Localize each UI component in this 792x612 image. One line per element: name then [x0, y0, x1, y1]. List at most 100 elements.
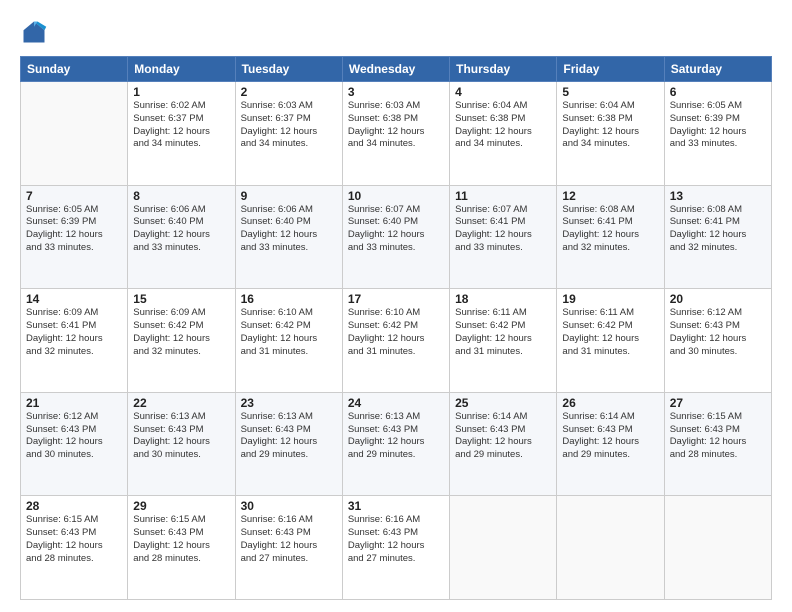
calendar-cell: 26Sunrise: 6:14 AMSunset: 6:43 PMDayligh…: [557, 392, 664, 496]
calendar-cell: 21Sunrise: 6:12 AMSunset: 6:43 PMDayligh…: [21, 392, 128, 496]
calendar-cell: 11Sunrise: 6:07 AMSunset: 6:41 PMDayligh…: [450, 185, 557, 289]
day-number: 24: [348, 396, 444, 410]
calendar-cell: 16Sunrise: 6:10 AMSunset: 6:42 PMDayligh…: [235, 289, 342, 393]
day-info: Sunrise: 6:05 AMSunset: 6:39 PMDaylight:…: [670, 100, 766, 151]
day-number: 4: [455, 85, 551, 99]
calendar-cell: 15Sunrise: 6:09 AMSunset: 6:42 PMDayligh…: [128, 289, 235, 393]
calendar-cell: 5Sunrise: 6:04 AMSunset: 6:38 PMDaylight…: [557, 82, 664, 186]
day-info: Sunrise: 6:03 AMSunset: 6:38 PMDaylight:…: [348, 100, 444, 151]
day-info: Sunrise: 6:11 AMSunset: 6:42 PMDaylight:…: [455, 307, 551, 358]
day-info: Sunrise: 6:13 AMSunset: 6:43 PMDaylight:…: [348, 411, 444, 462]
day-number: 28: [26, 499, 122, 513]
calendar-cell: 25Sunrise: 6:14 AMSunset: 6:43 PMDayligh…: [450, 392, 557, 496]
day-info: Sunrise: 6:09 AMSunset: 6:42 PMDaylight:…: [133, 307, 229, 358]
day-number: 1: [133, 85, 229, 99]
day-info: Sunrise: 6:02 AMSunset: 6:37 PMDaylight:…: [133, 100, 229, 151]
day-number: 15: [133, 292, 229, 306]
calendar-cell: 28Sunrise: 6:15 AMSunset: 6:43 PMDayligh…: [21, 496, 128, 600]
day-info: Sunrise: 6:15 AMSunset: 6:43 PMDaylight:…: [26, 514, 122, 565]
day-info: Sunrise: 6:06 AMSunset: 6:40 PMDaylight:…: [241, 204, 337, 255]
weekday-header-thursday: Thursday: [450, 57, 557, 82]
calendar-cell: 8Sunrise: 6:06 AMSunset: 6:40 PMDaylight…: [128, 185, 235, 289]
day-number: 30: [241, 499, 337, 513]
day-info: Sunrise: 6:04 AMSunset: 6:38 PMDaylight:…: [562, 100, 658, 151]
calendar-cell: [664, 496, 771, 600]
day-info: Sunrise: 6:08 AMSunset: 6:41 PMDaylight:…: [562, 204, 658, 255]
day-info: Sunrise: 6:16 AMSunset: 6:43 PMDaylight:…: [241, 514, 337, 565]
day-info: Sunrise: 6:08 AMSunset: 6:41 PMDaylight:…: [670, 204, 766, 255]
day-info: Sunrise: 6:12 AMSunset: 6:43 PMDaylight:…: [26, 411, 122, 462]
calendar-cell: [450, 496, 557, 600]
day-number: 6: [670, 85, 766, 99]
day-number: 20: [670, 292, 766, 306]
day-number: 17: [348, 292, 444, 306]
calendar-cell: 30Sunrise: 6:16 AMSunset: 6:43 PMDayligh…: [235, 496, 342, 600]
calendar-cell: 22Sunrise: 6:13 AMSunset: 6:43 PMDayligh…: [128, 392, 235, 496]
weekday-header-monday: Monday: [128, 57, 235, 82]
calendar-cell: [557, 496, 664, 600]
weekday-header-friday: Friday: [557, 57, 664, 82]
day-number: 12: [562, 189, 658, 203]
day-number: 10: [348, 189, 444, 203]
calendar-cell: 7Sunrise: 6:05 AMSunset: 6:39 PMDaylight…: [21, 185, 128, 289]
day-number: 14: [26, 292, 122, 306]
day-info: Sunrise: 6:13 AMSunset: 6:43 PMDaylight:…: [241, 411, 337, 462]
calendar-cell: [21, 82, 128, 186]
day-number: 8: [133, 189, 229, 203]
day-info: Sunrise: 6:11 AMSunset: 6:42 PMDaylight:…: [562, 307, 658, 358]
day-number: 31: [348, 499, 444, 513]
calendar-cell: 29Sunrise: 6:15 AMSunset: 6:43 PMDayligh…: [128, 496, 235, 600]
day-number: 2: [241, 85, 337, 99]
calendar-cell: 2Sunrise: 6:03 AMSunset: 6:37 PMDaylight…: [235, 82, 342, 186]
day-number: 5: [562, 85, 658, 99]
calendar-cell: 31Sunrise: 6:16 AMSunset: 6:43 PMDayligh…: [342, 496, 449, 600]
calendar-cell: 13Sunrise: 6:08 AMSunset: 6:41 PMDayligh…: [664, 185, 771, 289]
calendar-cell: 14Sunrise: 6:09 AMSunset: 6:41 PMDayligh…: [21, 289, 128, 393]
calendar-week-3: 14Sunrise: 6:09 AMSunset: 6:41 PMDayligh…: [21, 289, 772, 393]
day-number: 7: [26, 189, 122, 203]
day-number: 18: [455, 292, 551, 306]
day-number: 11: [455, 189, 551, 203]
day-number: 19: [562, 292, 658, 306]
calendar-cell: 24Sunrise: 6:13 AMSunset: 6:43 PMDayligh…: [342, 392, 449, 496]
day-number: 16: [241, 292, 337, 306]
calendar-week-4: 21Sunrise: 6:12 AMSunset: 6:43 PMDayligh…: [21, 392, 772, 496]
calendar-cell: 10Sunrise: 6:07 AMSunset: 6:40 PMDayligh…: [342, 185, 449, 289]
header: [20, 18, 772, 46]
day-info: Sunrise: 6:13 AMSunset: 6:43 PMDaylight:…: [133, 411, 229, 462]
weekday-header-tuesday: Tuesday: [235, 57, 342, 82]
calendar-cell: 20Sunrise: 6:12 AMSunset: 6:43 PMDayligh…: [664, 289, 771, 393]
calendar-cell: 27Sunrise: 6:15 AMSunset: 6:43 PMDayligh…: [664, 392, 771, 496]
calendar-week-5: 28Sunrise: 6:15 AMSunset: 6:43 PMDayligh…: [21, 496, 772, 600]
calendar-cell: 1Sunrise: 6:02 AMSunset: 6:37 PMDaylight…: [128, 82, 235, 186]
day-info: Sunrise: 6:04 AMSunset: 6:38 PMDaylight:…: [455, 100, 551, 151]
day-number: 23: [241, 396, 337, 410]
day-info: Sunrise: 6:09 AMSunset: 6:41 PMDaylight:…: [26, 307, 122, 358]
calendar-table: SundayMondayTuesdayWednesdayThursdayFrid…: [20, 56, 772, 600]
calendar-cell: 3Sunrise: 6:03 AMSunset: 6:38 PMDaylight…: [342, 82, 449, 186]
weekday-header-sunday: Sunday: [21, 57, 128, 82]
calendar-cell: 4Sunrise: 6:04 AMSunset: 6:38 PMDaylight…: [450, 82, 557, 186]
calendar-cell: 6Sunrise: 6:05 AMSunset: 6:39 PMDaylight…: [664, 82, 771, 186]
day-info: Sunrise: 6:15 AMSunset: 6:43 PMDaylight:…: [133, 514, 229, 565]
weekday-header-wednesday: Wednesday: [342, 57, 449, 82]
day-info: Sunrise: 6:14 AMSunset: 6:43 PMDaylight:…: [562, 411, 658, 462]
day-info: Sunrise: 6:10 AMSunset: 6:42 PMDaylight:…: [241, 307, 337, 358]
calendar-cell: 9Sunrise: 6:06 AMSunset: 6:40 PMDaylight…: [235, 185, 342, 289]
day-number: 13: [670, 189, 766, 203]
day-number: 26: [562, 396, 658, 410]
weekday-header-row: SundayMondayTuesdayWednesdayThursdayFrid…: [21, 57, 772, 82]
day-number: 29: [133, 499, 229, 513]
calendar-week-2: 7Sunrise: 6:05 AMSunset: 6:39 PMDaylight…: [21, 185, 772, 289]
day-number: 22: [133, 396, 229, 410]
calendar-cell: 12Sunrise: 6:08 AMSunset: 6:41 PMDayligh…: [557, 185, 664, 289]
day-number: 27: [670, 396, 766, 410]
calendar-cell: 17Sunrise: 6:10 AMSunset: 6:42 PMDayligh…: [342, 289, 449, 393]
day-info: Sunrise: 6:14 AMSunset: 6:43 PMDaylight:…: [455, 411, 551, 462]
day-info: Sunrise: 6:15 AMSunset: 6:43 PMDaylight:…: [670, 411, 766, 462]
day-number: 25: [455, 396, 551, 410]
day-number: 9: [241, 189, 337, 203]
day-info: Sunrise: 6:10 AMSunset: 6:42 PMDaylight:…: [348, 307, 444, 358]
weekday-header-saturday: Saturday: [664, 57, 771, 82]
calendar-cell: 19Sunrise: 6:11 AMSunset: 6:42 PMDayligh…: [557, 289, 664, 393]
